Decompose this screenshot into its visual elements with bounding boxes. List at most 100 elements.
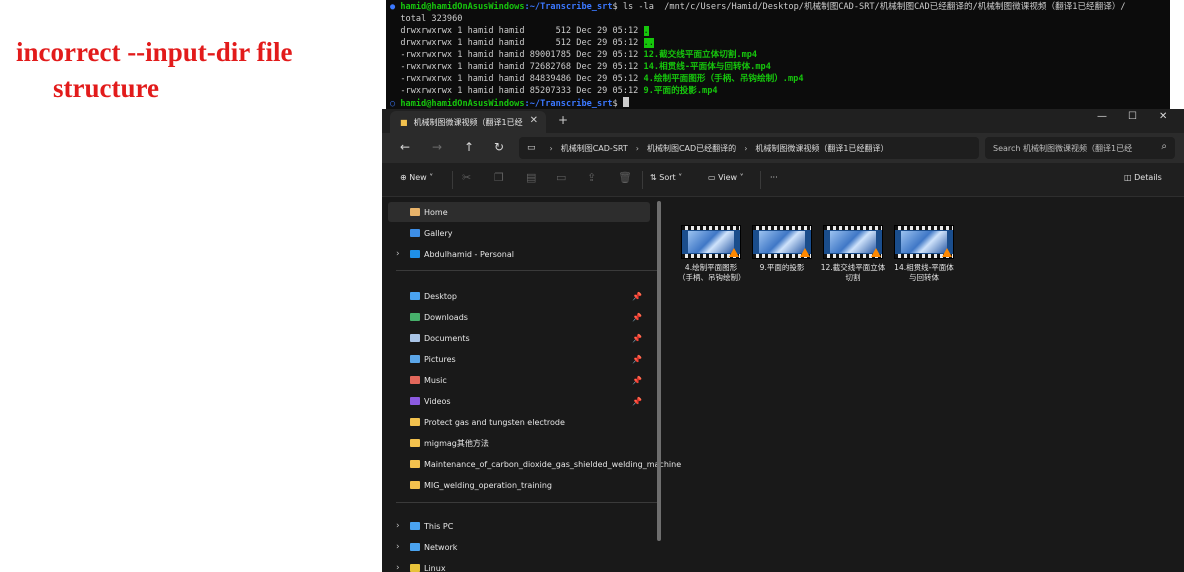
breadcrumb-item[interactable]: 机械制图CAD-SRT — [561, 143, 628, 154]
breadcrumb-item[interactable]: 机械制图CAD已经翻译的 — [647, 143, 736, 154]
sidebar-item-abdulhamid-personal[interactable]: › Abdulhamid - Personal — [388, 244, 650, 264]
cut-icon[interactable]: ✂ — [462, 171, 471, 184]
folder-icon: ■ — [400, 117, 408, 127]
sidebar-item-label: Music — [424, 375, 447, 385]
file-name: 14.相贯线-平面体与回转体 — [894, 263, 954, 282]
sidebar-item-label: Maintenance_of_carbon_dioxide_gas_shield… — [424, 459, 682, 469]
thumbnail-image — [830, 231, 876, 253]
onedrive-icon — [410, 250, 420, 258]
video-thumbnail — [752, 225, 812, 259]
sidebar-item-label: Network — [424, 542, 458, 552]
sidebar-scrollbar[interactable] — [657, 201, 661, 541]
new-button[interactable]: ⊕ New ˅ — [400, 173, 433, 182]
search-input[interactable]: Search 机械制图微课视频（翻译1已经 ⌕ — [985, 137, 1175, 159]
close-window-button[interactable]: ✕ — [1159, 111, 1167, 122]
sidebar-item-network[interactable]: › Network — [388, 537, 650, 557]
file-item-video[interactable]: 4.绘制平面图形（手柄、吊钩绘制） — [678, 225, 746, 283]
entry-meta: drwxrwxrwx 1 hamid hamid 512 Dec 29 05:1… — [400, 26, 644, 36]
vlc-cone-icon — [729, 248, 739, 257]
prompt-user: hamid@hamidOnAsusWindows — [400, 2, 525, 12]
pc-icon — [410, 522, 420, 530]
terminal-window[interactable]: ● hamid@hamidOnAsusWindows:~/Transcribe_… — [386, 0, 1170, 109]
pin-icon: 📌 — [632, 333, 642, 343]
annotation-line-2: structure — [53, 73, 159, 103]
linux-icon — [410, 564, 420, 572]
file-item-video[interactable]: 9.平面的投影 — [749, 225, 815, 273]
terminal-cursor — [622, 97, 629, 107]
sidebar-item-gallery[interactable]: Gallery — [388, 223, 650, 243]
new-label: New — [409, 173, 427, 182]
sidebar-item-downloads[interactable]: Downloads 📌 — [388, 307, 650, 327]
film-strip — [753, 226, 811, 230]
sidebar-item-desktop[interactable]: Desktop 📌 — [388, 286, 650, 306]
file-item-video[interactable]: 14.相贯线-平面体与回转体 — [891, 225, 957, 283]
details-button[interactable]: ◫ Details — [1124, 173, 1162, 182]
up-button[interactable]: ↑ — [464, 140, 474, 154]
sidebar-item-this-pc[interactable]: › This PC — [388, 516, 650, 536]
folder-icon — [410, 460, 420, 468]
sidebar-item-documents[interactable]: Documents 📌 — [388, 328, 650, 348]
video-thumbnail — [894, 225, 954, 259]
sidebar-item-pictures[interactable]: Pictures 📌 — [388, 349, 650, 369]
breadcrumb-chevron-icon: › — [635, 143, 639, 153]
sidebar-item-videos[interactable]: Videos 📌 — [388, 391, 650, 411]
breadcrumb-item[interactable]: 机械制图微课视频（翻译1已经翻译） — [755, 143, 888, 154]
tab-current-folder[interactable]: ■ 机械制图微课视频（翻译1已经 ✕ — [390, 111, 546, 133]
tab-title: 机械制图微课视频（翻译1已经 — [413, 117, 523, 127]
copy-icon[interactable]: ❐ — [494, 171, 504, 184]
download-icon — [410, 313, 420, 321]
search-icon: ⌕ — [1161, 141, 1167, 152]
sidebar-item-label: Home — [424, 207, 448, 217]
dir-entry-name: . — [643, 26, 649, 36]
back-button[interactable]: ← — [400, 140, 410, 154]
sidebar-item-mig-welding-operation-training[interactable]: MIG_welding_operation_training — [388, 475, 650, 495]
more-options-button[interactable]: ··· — [770, 173, 778, 182]
sidebar-item-label: Abdulhamid - Personal — [424, 249, 514, 259]
file-item-video[interactable]: 12.截交线平面立体切割 — [820, 225, 886, 283]
dir-entry-name: .. — [643, 38, 654, 48]
refresh-button[interactable]: ↻ — [494, 140, 504, 154]
view-button[interactable]: ▭ View ˅ — [708, 173, 744, 182]
new-tab-button[interactable]: + — [558, 113, 568, 127]
sidebar-item-label: Desktop — [424, 291, 457, 301]
sidebar-item-label: Downloads — [424, 312, 468, 322]
folder-icon — [410, 439, 420, 447]
sidebar-item-music[interactable]: Music 📌 — [388, 370, 650, 390]
pin-icon: 📌 — [632, 312, 642, 322]
entry-meta: -rwxrwxrwx 1 hamid hamid 85207333 Dec 29… — [400, 86, 644, 96]
paste-icon[interactable]: ▤ — [526, 171, 536, 184]
details-label: Details — [1134, 173, 1162, 182]
minimize-button[interactable]: — — [1097, 111, 1107, 122]
sidebar-item-maintenance-of-carbon-dioxide-gas-shielded-welding-machine[interactable]: Maintenance_of_carbon_dioxide_gas_shield… — [388, 454, 681, 474]
terminal-total: total 323960 — [400, 14, 463, 24]
film-strip — [895, 226, 953, 230]
sidebar-item-migmag[interactable]: migmag其他方法 — [388, 433, 650, 453]
annotation-text: incorrect --input-dir file structure — [16, 34, 376, 106]
rename-icon[interactable]: ▭ — [556, 171, 566, 184]
sort-button[interactable]: ⇅ Sort ˅ — [650, 173, 682, 182]
file-list: 4.绘制平面图形（手柄、吊钩绘制） 9.平面的投影 12.截交线平面立体切割 14.相… — [672, 219, 1172, 559]
file-entry-name: 4.绘制平面图形（手柄、吊钩绘制）.mp4 — [643, 74, 804, 84]
annotation-line-1: incorrect --input-dir file — [16, 37, 293, 67]
sidebar-item-protect-gas-and-tungsten-electrode[interactable]: Protect gas and tungsten electrode — [388, 412, 650, 432]
delete-icon[interactable]: 🗑 — [618, 171, 632, 184]
prompt-bullet-icon: ● — [390, 2, 401, 12]
toolbar-divider — [642, 171, 643, 189]
expand-chevron-icon[interactable]: › — [396, 563, 400, 572]
sidebar-item-home[interactable]: Home — [388, 202, 650, 222]
address-bar[interactable]: ▭ › 机械制图CAD-SRT › 机械制图CAD已经翻译的 › 机械制图微课视… — [519, 137, 979, 159]
pin-icon: 📌 — [632, 396, 642, 406]
video-thumbnail — [681, 225, 741, 259]
file-entry-name: 12.截交线平面立体切割.mp4 — [643, 50, 758, 60]
film-strip — [824, 226, 882, 230]
home-icon — [410, 208, 420, 216]
forward-button[interactable]: → — [432, 140, 442, 154]
close-tab-icon[interactable]: ✕ — [530, 115, 538, 126]
maximize-button[interactable]: ☐ — [1128, 111, 1137, 122]
expand-chevron-icon[interactable]: › — [396, 542, 400, 552]
expand-chevron-icon[interactable]: › — [396, 249, 400, 259]
share-icon[interactable]: ⇪ — [587, 171, 596, 184]
sidebar-item-linux[interactable]: › Linux — [388, 558, 650, 572]
documents-icon — [410, 334, 420, 342]
expand-chevron-icon[interactable]: › — [396, 521, 400, 531]
